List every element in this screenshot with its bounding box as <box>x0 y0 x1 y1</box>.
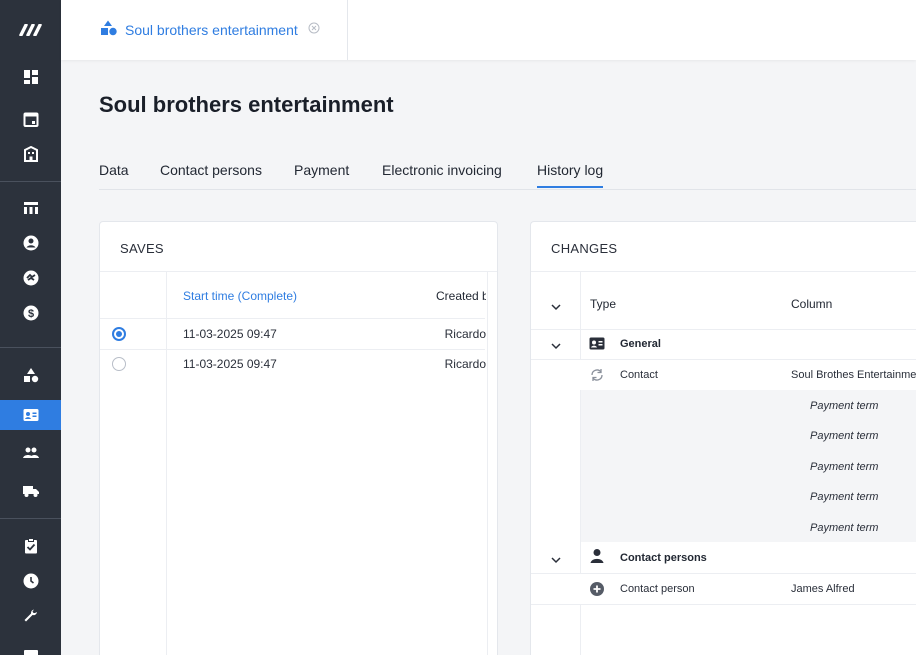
calendar-icon[interactable] <box>0 104 61 134</box>
type-header[interactable]: Type <box>590 297 616 311</box>
save-creator: Ricardo <box>444 357 486 371</box>
tab-data[interactable]: Data <box>99 162 129 178</box>
contact-card-icon <box>589 337 605 355</box>
change-row[interactable]: Contact Soul Brothes Entertainment <box>531 360 916 390</box>
svg-text:$: $ <box>27 308 33 320</box>
top-bar: Soul brothers entertainment <box>61 0 916 60</box>
changes-title: CHANGES <box>551 241 618 256</box>
collapse-all-chevron-icon[interactable] <box>551 298 561 316</box>
created-by-header[interactable]: Created by <box>436 289 486 303</box>
close-circle-icon[interactable] <box>308 21 320 39</box>
change-type: Contact person <box>620 583 695 595</box>
change-subitem: Payment term <box>810 400 879 412</box>
record-tabs: Data Contact persons Payment Electronic … <box>99 162 916 190</box>
tab-electronic-invoicing[interactable]: Electronic invoicing <box>382 162 502 178</box>
people-icon[interactable] <box>0 438 61 468</box>
tab-history-log[interactable]: History log <box>537 162 604 188</box>
more-icon[interactable] <box>0 641 61 655</box>
chevron-down-icon[interactable] <box>551 551 561 569</box>
person-icon <box>589 548 605 569</box>
user-circle-icon[interactable] <box>0 228 61 258</box>
group-general[interactable]: General <box>531 329 916 359</box>
logo-icon[interactable] <box>0 0 61 60</box>
save-radio-selected[interactable] <box>112 327 126 341</box>
sync-icon <box>589 367 605 388</box>
clipboard-check-icon[interactable] <box>0 531 61 561</box>
start-time-header[interactable]: Start time (Complete) <box>183 289 297 303</box>
save-time: 11-03-2025 09:47 <box>183 357 277 371</box>
change-row[interactable]: Contact person James Alfred <box>531 574 916 604</box>
dollar-icon[interactable]: $ <box>0 298 61 328</box>
contact-card-icon[interactable] <box>0 400 61 430</box>
saves-panel: SAVES Start time (Complete) Created by 1… <box>99 221 498 655</box>
change-type: Contact <box>620 369 658 381</box>
change-subitem: Payment term <box>810 461 879 473</box>
handshake-icon[interactable] <box>0 263 61 293</box>
save-creator: Ricardo <box>444 327 486 341</box>
group-label: General <box>620 338 661 350</box>
page-title: Soul brothers entertainment <box>99 92 394 117</box>
change-column: Soul Brothes Entertainment <box>791 369 916 381</box>
dashboard-icon[interactable] <box>0 62 61 92</box>
save-time: 11-03-2025 09:47 <box>183 327 277 341</box>
truck-icon[interactable] <box>0 476 61 506</box>
sidebar: $ <box>0 0 61 655</box>
change-column: James Alfred <box>791 583 855 595</box>
column-header[interactable]: Column <box>791 297 832 311</box>
table-row[interactable]: 11-03-2025 09:47 Ricardo <box>100 349 487 379</box>
change-subitem: Payment term <box>810 491 879 503</box>
group-contact-persons[interactable]: Contact persons <box>531 543 916 573</box>
changes-panel: CHANGES Type Column General Contact Soul… <box>530 221 916 655</box>
tab-contact-persons[interactable]: Contact persons <box>160 162 262 178</box>
chevron-down-icon[interactable] <box>551 337 561 355</box>
table-row[interactable]: 11-03-2025 09:47 Ricardo <box>100 319 487 349</box>
change-subitem: Payment term <box>810 522 879 534</box>
saves-title: SAVES <box>120 241 164 256</box>
wrench-icon[interactable] <box>0 601 61 631</box>
clock-icon[interactable] <box>0 566 61 596</box>
shapes-icon <box>100 20 118 41</box>
record-tab[interactable]: Soul brothers entertainment <box>61 0 348 60</box>
record-tab-label: Soul brothers entertainment <box>125 22 298 38</box>
change-subitem: Payment term <box>810 430 879 442</box>
building-icon[interactable] <box>0 139 61 169</box>
plus-circle-icon <box>589 581 605 602</box>
tab-payment[interactable]: Payment <box>294 162 349 178</box>
shapes-icon[interactable] <box>0 360 61 390</box>
group-label: Contact persons <box>620 552 707 564</box>
table-icon[interactable] <box>0 193 61 223</box>
save-radio[interactable] <box>112 357 126 371</box>
